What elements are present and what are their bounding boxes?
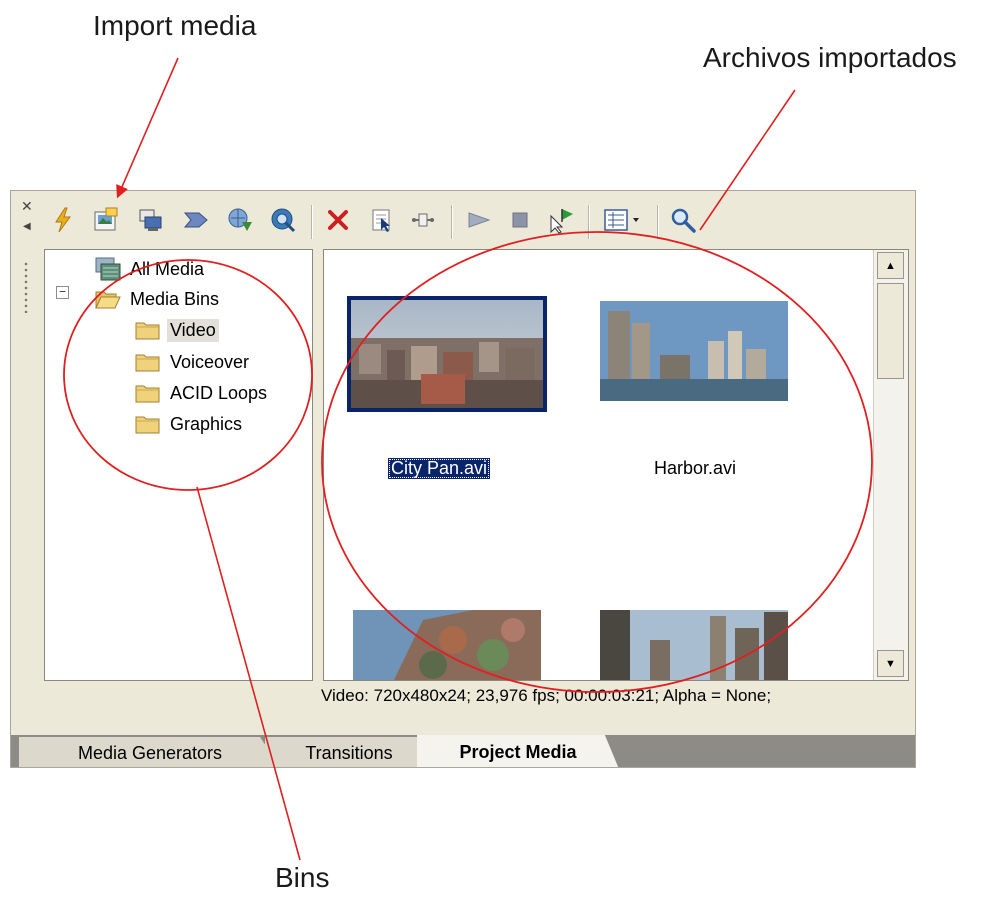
search-media-button[interactable] (268, 205, 298, 235)
stop-icon (512, 212, 528, 228)
all-media-label: All Media (130, 258, 205, 279)
vertical-scrollbar[interactable]: ▲ ▼ (873, 250, 908, 680)
zoom-icon (671, 208, 696, 233)
views-icon (604, 209, 639, 231)
delete-button[interactable] (323, 205, 353, 235)
select-unused-button[interactable] (366, 205, 396, 235)
close-window-icon[interactable]: ✕ (21, 199, 33, 215)
web-media-button[interactable] (225, 205, 255, 235)
media-bins-expander[interactable]: − (56, 286, 69, 299)
bin-label: Video (167, 318, 219, 342)
bin-label: Graphics (170, 413, 243, 434)
tree-item-video[interactable]: Video (135, 317, 219, 343)
import-media-callout: Import media (93, 10, 257, 41)
get-media-button[interactable] (181, 205, 211, 235)
play-icon (468, 212, 491, 228)
properties-icon (412, 213, 434, 227)
dock-grip[interactable] (24, 261, 28, 313)
scroll-up-button[interactable]: ▲ (877, 252, 904, 279)
tree-item-acid-loops[interactable]: ACID Loops (135, 380, 270, 406)
tab-bar: Media Generators Transitions Project Med… (11, 735, 915, 767)
tab-project-media[interactable]: Project Media (417, 735, 619, 767)
import-media-icon (94, 207, 118, 231)
capture-video-button[interactable] (136, 205, 166, 235)
media-thumbnail-harbor[interactable] (600, 301, 788, 401)
stop-button[interactable] (505, 205, 535, 235)
toolbar: ✕ ◀ (11, 191, 915, 245)
web-media-icon (228, 208, 252, 231)
imported-files-pane: City Pan.avi Harbor.avi ▲ ▼ (323, 249, 909, 681)
folder-icon (135, 416, 160, 434)
all-media-icon (95, 257, 121, 281)
auto-preview-button[interactable] (546, 205, 576, 235)
file-name-harbor[interactable]: Harbor.avi (654, 458, 736, 479)
folder-open-icon (95, 291, 121, 309)
media-info-status: Video: 720x480x24; 23,976 fps; 00:00:03:… (321, 686, 772, 705)
select-unused-icon (372, 209, 390, 232)
import-media-button[interactable] (91, 205, 121, 235)
media-bins-label: Media Bins (130, 288, 220, 309)
folder-icon (135, 354, 160, 372)
bin-label: Voiceover (170, 351, 250, 372)
delete-icon (328, 210, 348, 230)
tab-transitions[interactable]: Transitions (265, 737, 433, 767)
lightning-icon[interactable] (48, 205, 78, 235)
media-properties-button[interactable] (408, 205, 438, 235)
play-button[interactable] (463, 205, 493, 235)
scroll-thumb[interactable] (877, 283, 904, 379)
dock-arrow-icon[interactable]: ◀ (23, 221, 31, 232)
tree-item-voiceover[interactable]: Voiceover (135, 349, 252, 375)
media-thumbnail-4[interactable] (600, 610, 788, 680)
media-thumbnail-city-pan[interactable] (347, 296, 547, 412)
zoom-button[interactable] (668, 205, 698, 235)
file-name-city-pan[interactable]: City Pan.avi (388, 458, 491, 479)
tree-item-graphics[interactable]: Graphics (135, 411, 245, 437)
folder-icon (135, 385, 160, 403)
scroll-down-button[interactable]: ▼ (877, 650, 904, 677)
media-bins-tree: All Media − Media Bins Video Voiceover A… (44, 249, 313, 681)
search-media-icon (271, 208, 296, 233)
capture-video-icon (139, 209, 162, 231)
tree-item-media-bins[interactable]: Media Bins (95, 286, 222, 312)
archivos-importados-callout: Archivos importados (703, 42, 957, 73)
import-media-arrow (116, 57, 179, 199)
bins-callout: Bins (275, 862, 330, 893)
auto-preview-icon (550, 209, 573, 234)
folder-icon (135, 322, 160, 340)
project-media-window: ✕ ◀ All Media − Media Bins Video Voiceov… (10, 190, 916, 768)
tree-item-all-media[interactable]: All Media (95, 256, 207, 282)
views-button[interactable] (601, 205, 645, 235)
bin-label: ACID Loops (170, 382, 268, 403)
tab-media-generators[interactable]: Media Generators (19, 737, 281, 767)
media-thumbnail-3[interactable] (353, 610, 541, 680)
get-media-icon (183, 212, 208, 228)
